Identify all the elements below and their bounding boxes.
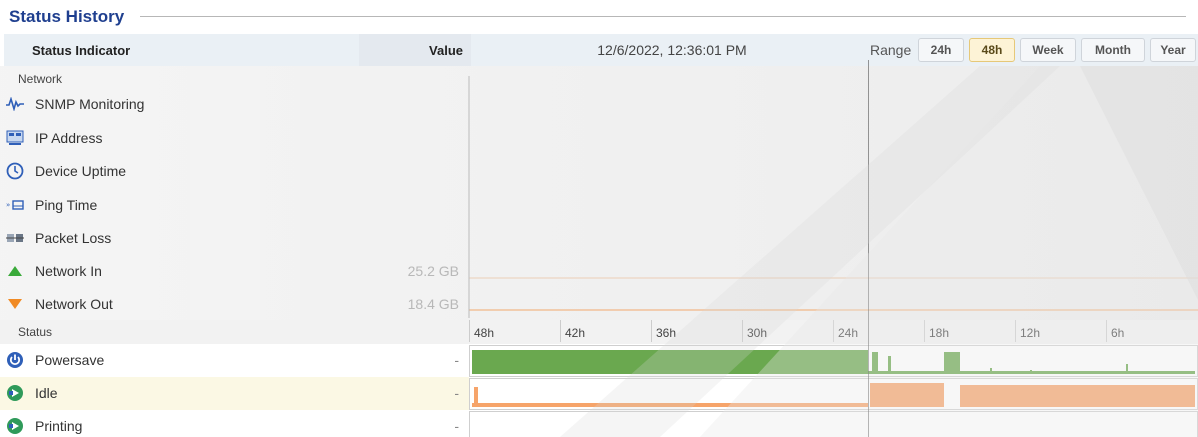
row-label: Idle	[35, 385, 58, 401]
idle-track	[469, 378, 1198, 410]
row-label: Printing	[35, 418, 83, 434]
row-value: -	[454, 418, 459, 434]
axis-tick: 30h	[747, 326, 768, 340]
tick-line	[1015, 320, 1016, 342]
row-printing[interactable]: Printing -	[4, 410, 469, 437]
current-24h-marker	[868, 60, 869, 437]
printing-track	[469, 411, 1198, 437]
axis-tick: 36h	[656, 326, 677, 340]
axis-tick: 12h	[1020, 326, 1041, 340]
tick-line	[1106, 320, 1107, 342]
powersave-track	[469, 345, 1198, 377]
tick-line	[924, 320, 925, 342]
axis-tick: 48h	[474, 326, 495, 340]
axis-tick: 6h	[1111, 326, 1125, 340]
row-label: Powersave	[35, 352, 105, 368]
power-icon	[6, 351, 24, 369]
tick-line	[742, 320, 743, 342]
axis-tick: 42h	[565, 326, 586, 340]
row-powersave[interactable]: Powersave -	[4, 344, 469, 377]
printing-arrow-icon	[6, 417, 24, 435]
status-axis-row: Status 48h 42h 36h 30h 24h 18h 12h 6h	[0, 320, 1198, 344]
tick-line	[833, 320, 834, 342]
row-idle[interactable]: Idle -	[4, 377, 469, 410]
tick-line	[469, 320, 470, 342]
status-section-label: Status	[18, 325, 53, 339]
axis-tick: 18h	[929, 326, 950, 340]
row-value: -	[454, 385, 459, 401]
idle-bars	[472, 383, 1195, 407]
idle-arrow-icon	[6, 384, 24, 402]
row-value: -	[454, 352, 459, 368]
powersave-bars	[472, 350, 1195, 374]
tick-line	[560, 320, 561, 342]
axis-tick: 24h	[838, 326, 859, 340]
tick-line	[651, 320, 652, 342]
